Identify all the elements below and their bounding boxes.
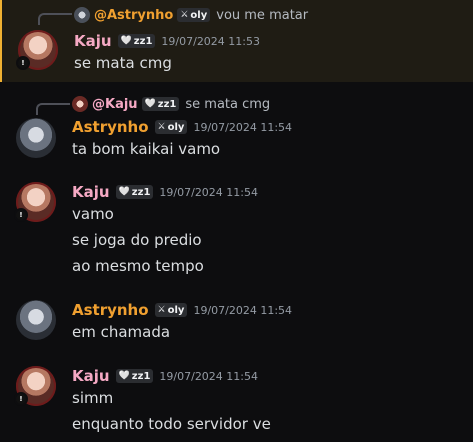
message-header: Kaju 🤍 zz1 19/07/2024 11:54 — [72, 183, 258, 201]
reply-author[interactable]: @Kaju — [92, 97, 138, 112]
avatar[interactable]: ! — [14, 366, 56, 406]
role-tag: 🤍 zz1 — [115, 185, 154, 199]
timestamp[interactable]: 19/07/2024 11:54 — [193, 121, 292, 134]
message-header: Astrynho ⚔ oly 19/07/2024 11:54 — [72, 301, 292, 319]
avatar[interactable] — [16, 118, 56, 158]
message[interactable]: ! Kaju 🤍 zz1 19/07/2024 11:54 vamo se jog… — [0, 180, 473, 280]
author-name[interactable]: Astrynho — [72, 301, 149, 319]
reply-text: vou me matar — [216, 7, 309, 23]
role-tag: 🤍 zz1 — [141, 97, 180, 111]
timestamp[interactable]: 19/07/2024 11:54 — [159, 370, 258, 383]
avatar[interactable]: ! — [16, 30, 58, 70]
sword-icon: ⚔ — [157, 122, 166, 132]
reply-spine — [36, 103, 70, 115]
avatar[interactable]: ! — [14, 182, 56, 222]
status-icon: ! — [16, 56, 30, 70]
status-icon: ! — [14, 208, 28, 222]
reply-avatar — [74, 7, 90, 23]
reply-spine — [38, 13, 72, 25]
heart-icon: 🤍 — [120, 36, 132, 46]
message-header: Kaju 🤍 zz1 19/07/2024 11:53 — [74, 32, 260, 50]
author-name[interactable]: Kaju — [72, 183, 110, 201]
timestamp[interactable]: 19/07/2024 11:53 — [161, 35, 260, 48]
message-text: em chamada — [72, 323, 171, 341]
heart-icon: 🤍 — [118, 371, 130, 381]
author-name[interactable]: Kaju — [72, 367, 110, 385]
role-tag: ⚔ oly — [154, 120, 188, 134]
reply-preview[interactable]: @Kaju 🤍 zz1 se mata cmg — [72, 95, 270, 113]
role-tag: 🤍 zz1 — [117, 34, 156, 48]
timestamp[interactable]: 19/07/2024 11:54 — [159, 186, 258, 199]
timestamp[interactable]: 19/07/2024 11:54 — [193, 304, 292, 317]
role-tag: 🤍 zz1 — [115, 369, 154, 383]
author-name[interactable]: Kaju — [74, 32, 112, 50]
avatar[interactable] — [16, 300, 56, 340]
message-text: vamo — [72, 205, 114, 223]
message-text: enquanto todo servidor ve — [72, 415, 271, 433]
heart-icon: 🤍 — [118, 187, 130, 197]
reply-author[interactable]: @Astrynho — [94, 8, 173, 23]
message-text: ao mesmo tempo — [72, 257, 204, 275]
role-tag: ⚔ oly — [154, 303, 188, 317]
author-name[interactable]: Astrynho — [72, 118, 149, 136]
reply-text: se mata cmg — [185, 96, 271, 112]
status-icon: ! — [14, 392, 28, 406]
heart-icon: 🤍 — [144, 99, 156, 109]
message[interactable]: Astrynho ⚔ oly 19/07/2024 11:54 em chamad… — [0, 298, 473, 348]
message-text: se mata cmg — [74, 54, 172, 72]
message-header: Kaju 🤍 zz1 19/07/2024 11:54 — [72, 367, 258, 385]
reply-avatar — [72, 96, 88, 112]
message-text: simm — [72, 389, 114, 407]
role-tag: ⚔ oly — [177, 8, 211, 22]
sword-icon: ⚔ — [180, 10, 189, 20]
message-text: se joga do predio — [72, 231, 202, 249]
reply-preview[interactable]: @Astrynho ⚔ oly vou me matar — [74, 6, 308, 24]
message-highlighted[interactable]: @Astrynho ⚔ oly vou me matar ! Kaju 🤍 zz1 … — [0, 0, 473, 82]
message[interactable]: ! Kaju 🤍 zz1 19/07/2024 11:54 simm enquan… — [0, 364, 473, 440]
sword-icon: ⚔ — [157, 305, 166, 315]
message[interactable]: @Kaju 🤍 zz1 se mata cmg Astrynho ⚔ oly 19/… — [0, 92, 473, 168]
message-text: ta bom kaikai vamo — [72, 140, 221, 158]
message-header: Astrynho ⚔ oly 19/07/2024 11:54 — [72, 118, 292, 136]
